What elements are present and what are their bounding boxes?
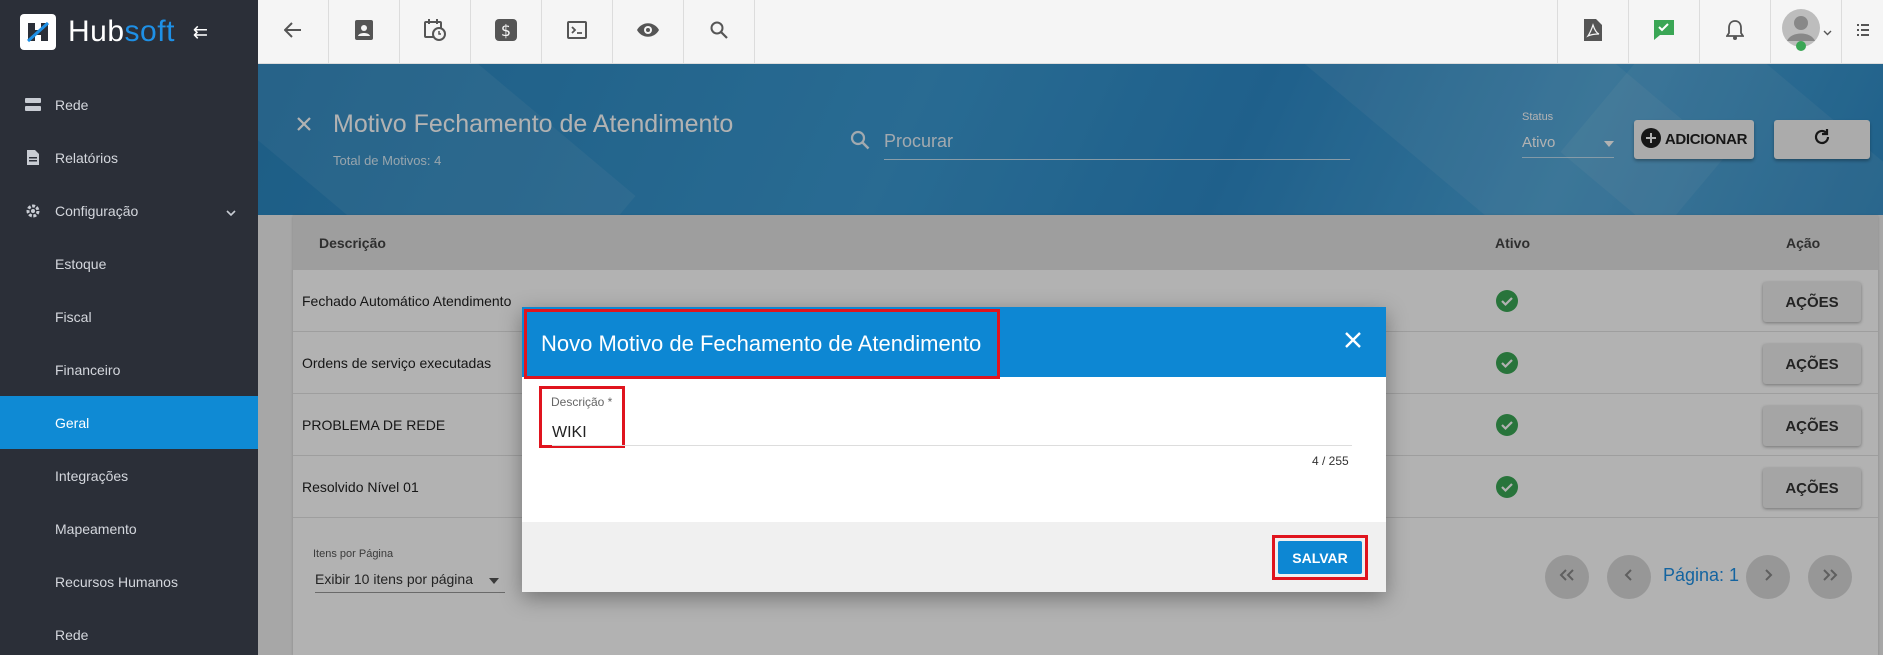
sidebar-item-recursos-humanos[interactable]: Recursos Humanos [0,555,258,608]
sidebar-item-label: Mapeamento [55,520,137,537]
chat-button[interactable] [1628,0,1699,64]
server-icon [22,97,44,112]
more-menu-button[interactable] [1841,0,1883,64]
top-toolbar: $ [258,0,1883,64]
terminal-icon [567,20,587,44]
hubsoft-logo-icon [20,14,56,50]
new-motivo-dialog: Novo Motivo de Fechamento de Atendimento… [522,307,1386,592]
sidebar-nav: Rede Relatórios Configuração Estoque Fis… [0,78,258,655]
sidebar-item-label: Estoque [55,255,107,272]
finance-button[interactable]: $ [471,0,542,64]
brand-logo[interactable]: Hubsoft ⇇ [0,0,258,64]
view-button[interactable] [613,0,684,64]
contact-card-icon [355,19,373,45]
avatar [1781,8,1821,57]
sidebar-item-estoque[interactable]: Estoque [0,237,258,290]
collapse-menu-icon[interactable]: ⇇ [193,22,208,43]
dialog-footer [522,522,1386,592]
notifications-button[interactable] [1699,0,1770,64]
sidebar-item-label: Configuração [55,202,139,219]
chat-check-icon [1653,19,1675,46]
close-dialog-icon[interactable] [1344,331,1362,354]
sidebar-item-integracoes[interactable]: Integrações [0,449,258,502]
sidebar: Hubsoft ⇇ Rede Relatórios Configuração E… [0,0,258,655]
sidebar-item-geral[interactable]: Geral [0,396,258,449]
dollar-icon: $ [495,18,517,46]
save-button[interactable]: SALVAR [1278,541,1362,574]
sidebar-item-mapeamento[interactable]: Mapeamento [0,502,258,555]
terminal-button[interactable] [542,0,613,64]
descricao-field-label: Descrição * [551,395,613,409]
sidebar-item-label: Financeiro [55,361,121,378]
eye-icon [636,22,660,43]
calendar-clock-icon [424,18,446,46]
document-icon [22,150,44,165]
sidebar-item-label: Integrações [55,467,129,484]
sidebar-item-label: Rede [55,96,89,113]
dialog-title: Novo Motivo de Fechamento de Atendimento [524,309,1000,379]
sidebar-item-label: Relatórios [55,149,119,166]
pdf-button[interactable] [1557,0,1628,64]
sidebar-item-label: Rede [55,626,89,643]
gear-icon [22,203,44,219]
search-button[interactable] [684,0,755,64]
bell-icon [1725,19,1745,45]
back-button[interactable] [258,0,329,64]
pdf-file-icon [1584,18,1602,46]
arrow-left-icon [283,21,302,43]
sidebar-item-fiscal[interactable]: Fiscal [0,290,258,343]
sidebar-item-relatorios[interactable]: Relatórios [0,131,258,184]
sidebar-item-rede[interactable]: Rede [0,78,258,131]
list-menu-icon [1856,23,1869,42]
chevron-down-icon [1823,23,1832,41]
user-menu[interactable] [1770,0,1841,64]
brand-name: Hubsoft [68,15,175,48]
chevron-down-icon [226,204,236,220]
sidebar-item-financeiro[interactable]: Financeiro [0,343,258,396]
save-highlight: SALVAR [1272,535,1368,580]
sidebar-item-label: Geral [55,414,90,431]
sidebar-item-label: Fiscal [55,308,92,325]
sidebar-item-label: Recursos Humanos [55,573,178,590]
descricao-input[interactable] [552,420,1352,446]
character-counter: 4 / 255 [1312,454,1349,468]
contacts-button[interactable] [329,0,400,64]
sidebar-item-rede-sub[interactable]: Rede [0,608,258,655]
search-icon [710,21,728,44]
svg-text:$: $ [501,21,511,40]
sidebar-item-configuracao[interactable]: Configuração [0,184,258,237]
calendar-button[interactable] [400,0,471,64]
